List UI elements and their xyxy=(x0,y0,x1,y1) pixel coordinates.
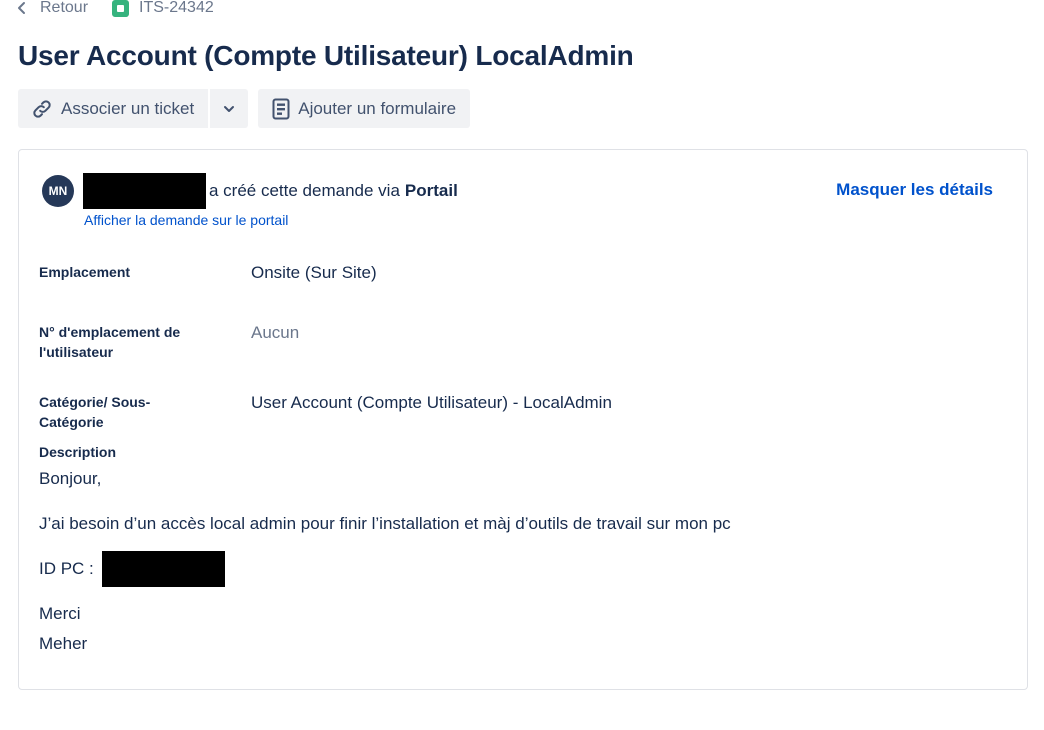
field-value-location[interactable]: Onsite (Sur Site) xyxy=(251,262,377,284)
request-details-card: MN a créé cette demande via Portail Affi… xyxy=(18,149,1028,690)
toolbar: Associer un ticket Ajouter un formulaire xyxy=(18,89,471,128)
form-icon xyxy=(272,98,290,119)
field-label-location: Emplacement xyxy=(39,264,131,280)
created-text: a créé cette demande via xyxy=(209,181,400,200)
ticket-key: ITS-24342 xyxy=(139,0,214,16)
field-label-description: Description xyxy=(39,444,117,460)
hide-details-link[interactable]: Masquer les détails xyxy=(836,180,993,200)
request-channel: Portail xyxy=(404,181,458,200)
link-issue-label: Associer un ticket xyxy=(61,98,195,118)
avatar[interactable]: MN xyxy=(42,175,74,207)
redacted-reporter-name xyxy=(83,173,206,209)
service-request-icon xyxy=(112,0,130,17)
field-label-category: Catégorie/ Sous-Catégorie xyxy=(39,394,151,430)
description-thanks: Merci xyxy=(39,604,81,623)
ticket-key-link[interactable]: ITS-24342 xyxy=(112,0,214,17)
field-label-user-location-number: N° d'emplacement de l'utilisateur xyxy=(39,324,181,360)
description-body: J’ai besoin d’un accès local admin pour … xyxy=(39,514,731,533)
creator-row: a créé cette demande via Portail xyxy=(83,173,458,209)
description-greeting: Bonjour, xyxy=(39,469,102,488)
issue-view: Retour ITS-24342 User Account (Compte Ut… xyxy=(0,0,1044,730)
link-icon xyxy=(33,99,51,118)
back-label: Retour xyxy=(40,0,89,16)
view-on-portal-link[interactable]: Afficher la demande sur le portail xyxy=(84,212,288,228)
chevron-down-icon xyxy=(224,105,235,112)
description-id-pc: ID PC : xyxy=(39,551,225,587)
link-issue-button-group: Associer un ticket xyxy=(18,89,249,128)
breadcrumb: Retour ITS-24342 xyxy=(16,0,214,20)
id-pc-label: ID PC : xyxy=(39,559,94,578)
link-issue-dropdown-button[interactable] xyxy=(208,89,249,128)
redacted-pc-id xyxy=(101,551,225,587)
link-issue-button[interactable]: Associer un ticket xyxy=(18,89,209,128)
description-signature: Meher xyxy=(39,634,88,653)
field-value-user-location-number[interactable]: Aucun xyxy=(251,322,299,344)
page-title[interactable]: User Account (Compte Utilisateur) LocalA… xyxy=(18,40,634,72)
chevron-left-icon xyxy=(18,2,25,14)
field-value-category[interactable]: User Account (Compte Utilisateur) - Loca… xyxy=(251,392,612,414)
add-form-label: Ajouter un formulaire xyxy=(298,98,457,118)
add-form-button[interactable]: Ajouter un formulaire xyxy=(258,89,471,128)
back-link[interactable]: Retour xyxy=(16,0,88,17)
